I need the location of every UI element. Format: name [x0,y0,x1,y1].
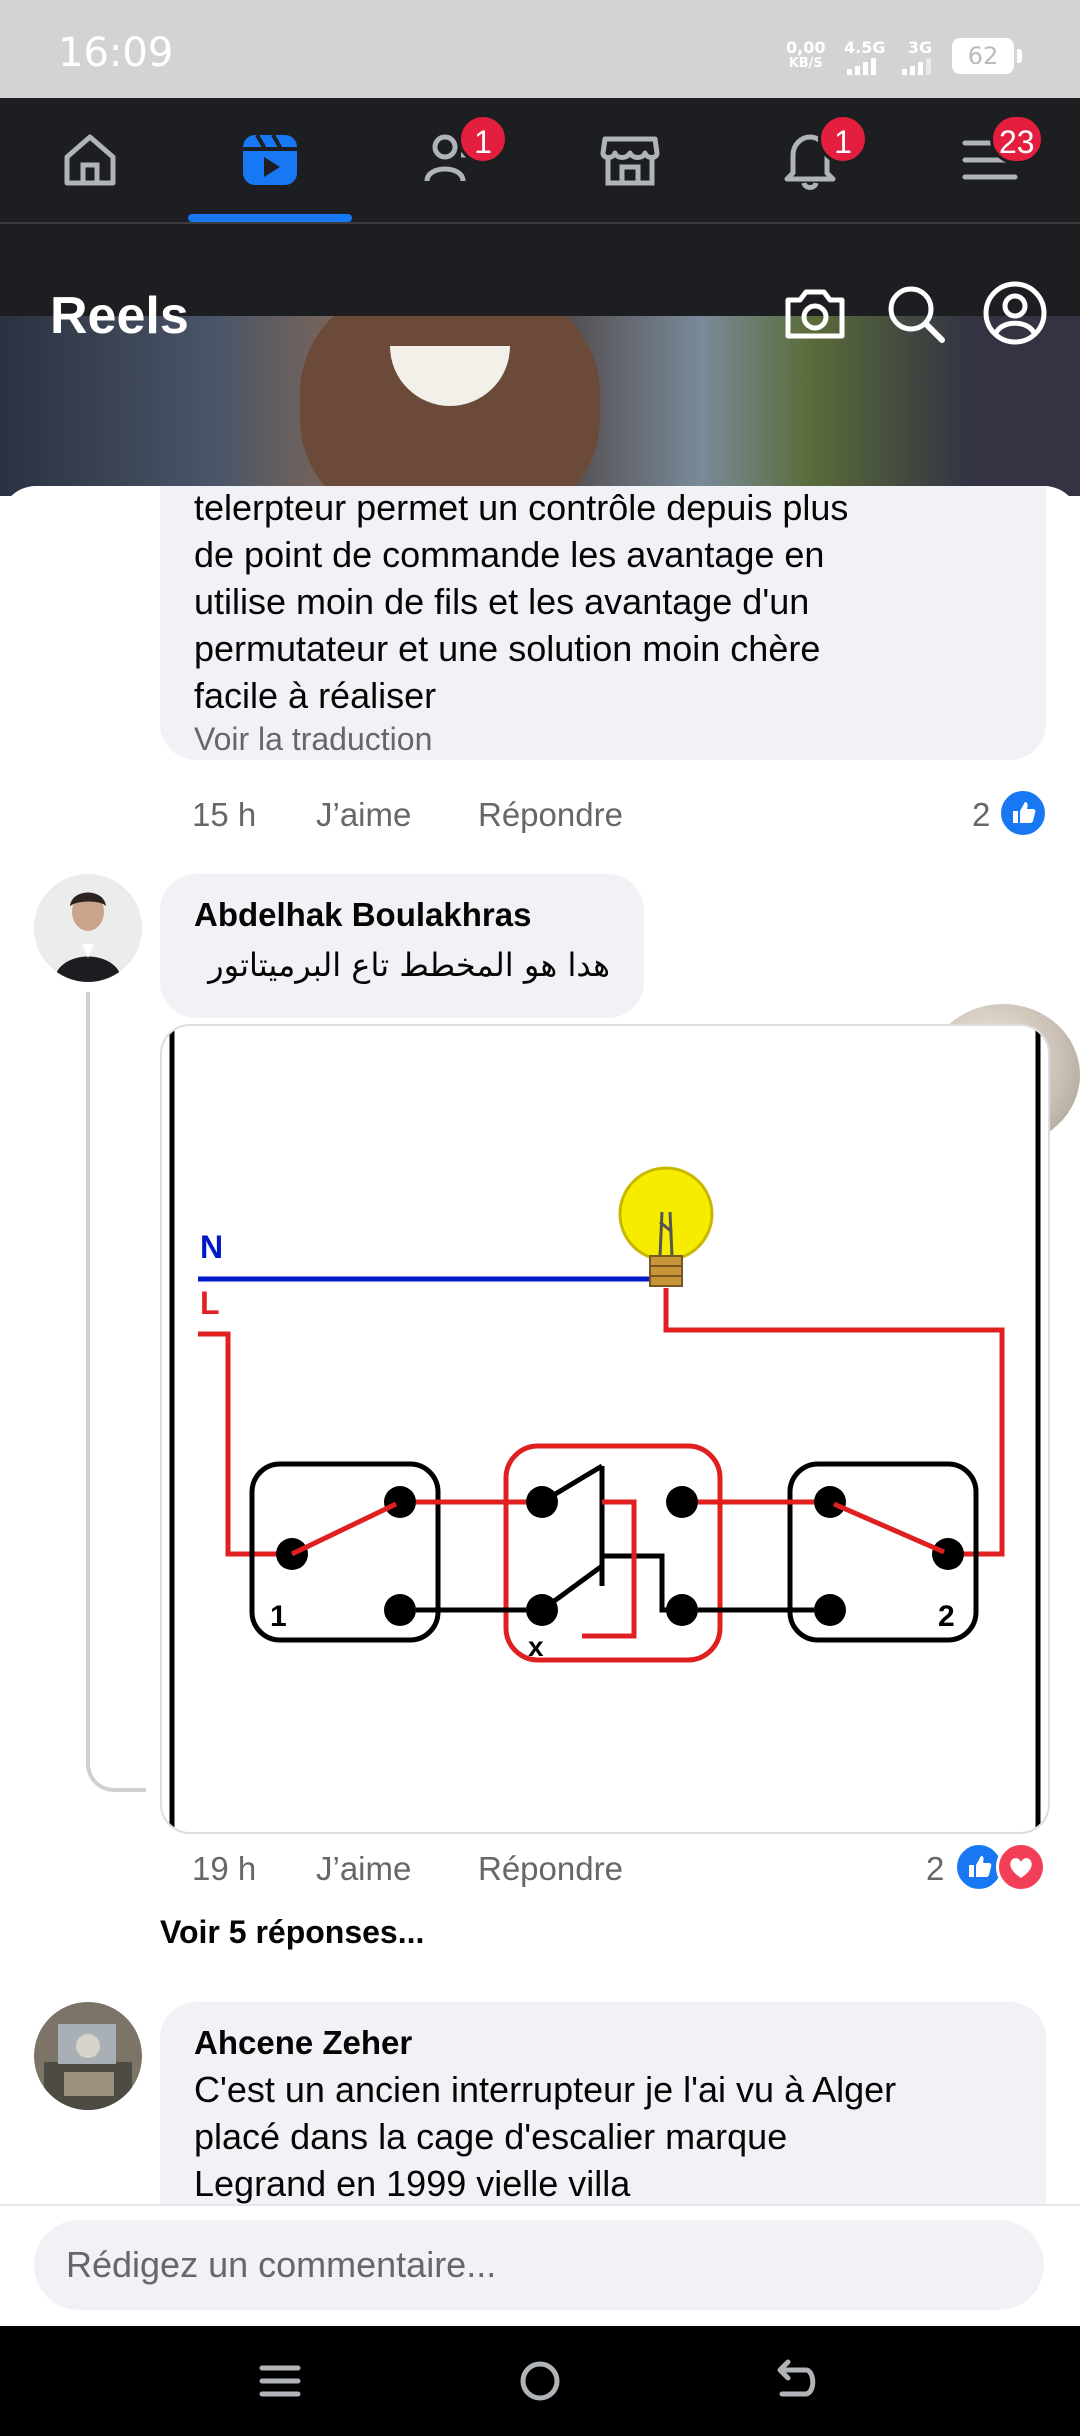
status-bar: 16:09 0,00 KB/S 4.5G 3G 62 [0,0,1080,98]
comment-text-line: placé dans la cage d'escalier marque [194,2116,788,2157]
battery-indicator: 62 [952,38,1022,74]
camera-icon[interactable] [780,278,850,348]
nav-notifications[interactable]: 1 [720,98,900,222]
signal-icon [902,58,931,75]
live-label: L [200,1285,220,1321]
video-face [300,316,600,496]
reels-title: Reels [50,287,189,345]
nav-home[interactable] [0,98,180,222]
profile-icon[interactable] [980,278,1050,348]
nav-menu[interactable]: 23 [900,98,1080,222]
nav-friends[interactable]: 1 [360,98,540,222]
person-avatar-image [34,874,142,982]
like-button[interactable]: J’aime [316,796,411,834]
switch-2-label: 2 [938,1600,955,1633]
comment-bubble[interactable]: Abdelhak Boulakhras هدا هو المخطط تاع ال… [160,874,644,1018]
comments-sheet: telerpteur permet un contrôle depuis plu… [0,486,1080,2206]
signal-icon [846,58,876,75]
reaction-count: 2 [972,796,991,833]
reply-button[interactable]: Répondre [478,796,623,834]
comment-text-line: utilise moin de fils et les avantage d'u… [194,581,810,622]
network-3g-label: 3G [907,38,933,57]
reply-button[interactable]: Répondre [478,1850,623,1888]
network-4g-label: 4.5G [844,38,886,57]
comment-image-attachment[interactable]: N L 1 x 2 [160,1024,1050,1834]
comment-text-line: permutateur et une solution moin chère [194,628,821,669]
comment-input[interactable]: Rédigez un commentaire... [34,2220,1044,2310]
network-speed-unit: KB/S [788,56,823,71]
reaction-count: 2 [926,1850,945,1887]
reply-thread-line [86,992,146,1792]
neutral-label: N [200,1229,223,1265]
video-play-icon [243,134,297,185]
light-bulb-icon [618,1166,714,1287]
wiring-diagram: N L 1 x 2 [169,1026,1041,1832]
comment-author[interactable]: Ahcene Zeher [194,2024,1012,2062]
view-more-replies-link[interactable]: Voir 5 réponses... [160,1914,424,1951]
search-icon[interactable] [880,278,950,348]
network-3g: 3G [900,40,940,79]
comment-text-line: C'est un ancien interrupteur je l'ai vu … [194,2069,897,2110]
comment-text-line: facile à réaliser [194,675,437,716]
status-time: 16:09 [58,30,174,76]
home-icon [64,134,116,186]
network-speed-value: 0,00 [786,38,826,57]
notifications-badge: 1 [818,114,868,164]
comment-time: 19 h [192,1850,257,1887]
comment-bubble[interactable]: telerpteur permet un contrôle depuis plu… [160,486,1046,760]
like-reaction-icon[interactable] [998,788,1048,838]
home-circle-icon[interactable] [510,2356,570,2406]
active-tab-indicator [188,214,352,222]
thumbs-up-icon [969,1856,992,1877]
recent-apps-icon[interactable] [250,2356,310,2406]
love-reaction-icon[interactable] [996,1842,1046,1892]
system-navigation-bar [0,2326,1080,2436]
comment-text-line: telerpteur permet un contrôle depuis plu… [194,487,849,528]
network-speed: 0,00 KB/S [786,40,825,72]
comment-text-line: Legrand en 1999 vielle villa [194,2163,631,2204]
comment-text-line: de point de commande les avantage en [194,534,825,575]
comment-bubble[interactable]: Ahcene Zeher C'est un ancien interrupteu… [160,2002,1046,2206]
main-navigation: 1 1 23 [0,98,1080,224]
see-translation-link[interactable]: Voir la traduction [194,721,1012,758]
back-icon[interactable] [766,2356,826,2406]
switch-1-label: 1 [270,1600,287,1633]
avatar[interactable] [34,874,142,982]
network-4g: 4.5G [844,40,885,79]
comment-text: هدا هو المخطط تاع البرميتاتور [208,946,610,984]
friends-badge: 1 [458,114,508,164]
heart-icon [1010,1858,1032,1878]
shop-icon [600,136,660,186]
switch-x-label: x [528,1631,544,1662]
avatar[interactable] [34,2002,142,2110]
comment-actions: 19 h J’aime Répondre [192,1850,892,1894]
nav-reels[interactable] [180,98,360,222]
thumbs-up-icon [1013,802,1036,823]
menu-badge: 23 [990,114,1044,164]
nav-marketplace[interactable] [540,98,720,222]
comment-composer: Rédigez un commentaire... [0,2204,1080,2328]
comment-actions: 15 h J’aime Répondre [192,796,892,840]
person-avatar-image [34,2002,142,2110]
like-button[interactable]: J’aime [316,1850,411,1888]
comment-author[interactable]: Abdelhak Boulakhras [194,896,610,934]
comment-time: 15 h [192,796,257,833]
